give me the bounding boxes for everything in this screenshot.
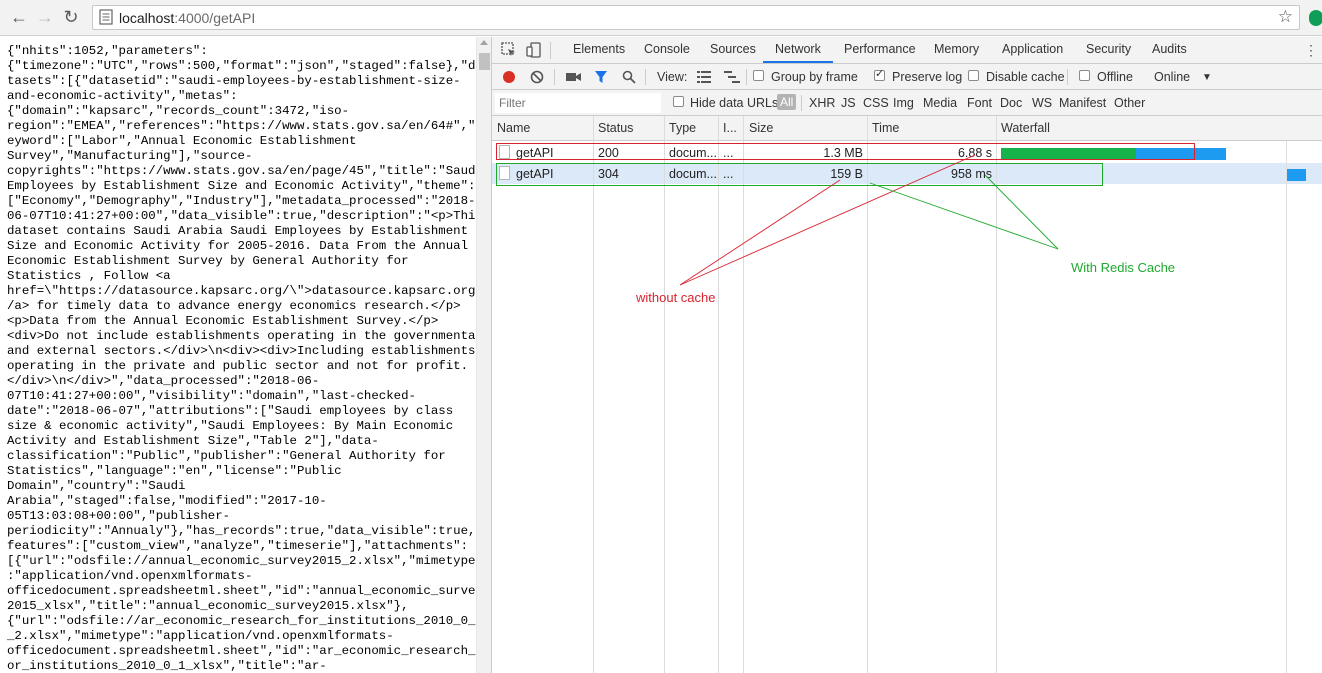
column-divider [867,116,868,673]
column-waterfall[interactable]: Waterfall [1001,121,1050,135]
scroll-thumb[interactable] [479,53,490,70]
device-toolbar-icon[interactable] [526,42,542,58]
column-type[interactable]: Type [669,121,696,135]
inspect-element-icon[interactable] [501,42,517,58]
forward-arrow-icon[interactable]: → [34,6,56,28]
tab-console[interactable]: Console [644,42,690,56]
hide-data-urls-checkbox[interactable] [673,96,684,107]
filter-css[interactable]: CSS [863,96,889,110]
toolbar-separator [554,69,555,85]
reload-icon[interactable]: ↻ [60,6,82,28]
filter-img[interactable]: Img [893,96,914,110]
capture-screenshots-icon[interactable] [566,71,582,83]
tab-performance[interactable]: Performance [844,42,916,56]
page-info-icon[interactable] [99,9,113,25]
network-filter-bar: Hide data URLs All XHR JS CSS Img Media … [492,90,1322,116]
with-cache-label: With Redis Cache [1071,260,1176,275]
tab-elements[interactable]: Elements [573,42,625,56]
filter-icon[interactable] [594,70,608,84]
json-response-pane: {"nhits":1052,"parameters": {"timezone":… [0,37,476,673]
clear-icon[interactable] [530,70,544,84]
column-name[interactable]: Name [497,121,530,135]
tab-security[interactable]: Security [1086,42,1131,56]
filter-media[interactable]: Media [923,96,957,110]
devtools-panel: Elements Console Sources Network Perform… [491,37,1322,673]
column-size[interactable]: Size [749,121,773,135]
filter-other[interactable]: Other [1114,96,1145,110]
network-toolbar: View: Group by frame Preserve log Disabl… [492,64,1322,90]
hide-data-urls-label: Hide data URLs [690,96,779,110]
column-time[interactable]: Time [872,121,899,135]
column-status[interactable]: Status [598,121,633,135]
column-divider [996,116,997,673]
url-path: :4000/getAPI [174,10,256,26]
active-tab-indicator [763,61,833,63]
disable-cache-label: Disable cache [986,70,1065,84]
disable-cache-checkbox[interactable] [968,70,979,81]
tab-network[interactable]: Network [775,42,821,56]
star-icon[interactable]: ☆ [1278,7,1293,27]
filter-font[interactable]: Font [967,96,992,110]
filter-doc[interactable]: Doc [1000,96,1022,110]
large-rows-icon[interactable] [697,71,711,83]
column-divider [743,116,744,673]
tab-audits[interactable]: Audits [1152,42,1187,56]
column-divider [593,116,594,673]
back-arrow-icon[interactable]: ← [8,6,30,28]
overview-icon[interactable] [724,71,740,83]
tab-application[interactable]: Application [1002,42,1063,56]
url-text: localhost:4000/getAPI [119,10,255,26]
json-response-text: {"nhits":1052,"parameters": {"timezone":… [7,44,476,673]
json-pane-scrollbar[interactable] [476,37,491,673]
filter-xhr[interactable]: XHR [809,96,835,110]
filter-all-button[interactable]: All [777,94,797,110]
search-icon[interactable] [622,70,636,84]
throttling-select[interactable]: Online [1154,70,1190,84]
column-divider [664,116,665,673]
toolbar-separator [1067,69,1068,85]
offline-checkbox[interactable] [1079,70,1090,81]
toolbar-separator [645,69,646,85]
devtools-tab-bar: Elements Console Sources Network Perform… [492,37,1322,64]
record-icon[interactable] [502,70,516,84]
without-cache-label: without cache [636,290,716,305]
column-divider [718,116,719,673]
filter-manifest[interactable]: Manifest [1059,96,1106,110]
browser-toolbar: ← → ↻ localhost:4000/getAPI ☆ [0,0,1322,36]
with-cache-highlight-box [496,163,1103,186]
preserve-log-checkbox[interactable] [874,67,885,81]
filter-ws[interactable]: WS [1032,96,1052,110]
tab-separator [550,42,551,59]
network-table-header: Name Status Type I... Size Time Waterfal… [492,116,1322,141]
toolbar-separator [801,95,802,111]
offline-label: Offline [1097,70,1133,84]
waterfall-download-bar [1287,169,1306,181]
group-by-frame-checkbox[interactable] [753,70,764,81]
extension-icon[interactable] [1309,10,1322,26]
scroll-up-arrow-icon[interactable] [480,40,488,45]
waterfall-gridline [1286,141,1287,673]
view-label: View: [657,70,688,84]
filter-input[interactable] [495,93,661,113]
chevron-down-icon[interactable]: ▼ [1202,72,1212,83]
more-options-icon[interactable]: ⋮ [1304,42,1318,59]
group-by-frame-label: Group by frame [771,70,858,84]
url-host: localhost [119,10,175,26]
column-initiator[interactable]: I... [723,121,737,135]
filter-js[interactable]: JS [841,96,856,110]
toolbar-separator [746,69,747,85]
without-cache-highlight-box [496,143,1195,160]
address-bar[interactable]: localhost:4000/getAPI ☆ [92,5,1300,30]
tab-memory[interactable]: Memory [934,42,979,56]
preserve-log-label: Preserve log [892,70,963,84]
tab-sources[interactable]: Sources [710,42,756,56]
